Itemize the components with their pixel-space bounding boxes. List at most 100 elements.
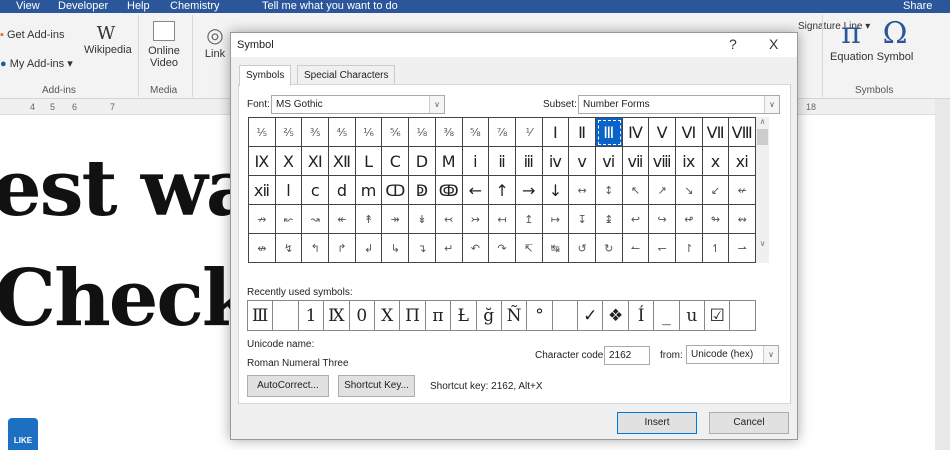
symbol-cell[interactable]: ↼ <box>622 234 650 263</box>
symbol-cell[interactable]: ⅲ <box>515 147 543 176</box>
symbol-cell[interactable]: ↓ <box>542 176 570 205</box>
symbol-cell[interactable]: → <box>515 176 543 205</box>
symbol-cell[interactable]: Ⅵ <box>676 118 703 147</box>
symbol-cell[interactable]: ⅾ <box>329 176 356 205</box>
share-button[interactable]: Share <box>903 0 932 12</box>
symbol-cell[interactable]: ⅖ <box>275 118 303 147</box>
symbol-cell[interactable]: ↑ <box>489 176 516 205</box>
recent-symbol-cell[interactable]: π <box>425 301 452 331</box>
symbol-cell[interactable]: ↠ <box>382 205 410 234</box>
recent-symbol-cell[interactable]: ğ <box>476 301 502 331</box>
insert-button[interactable]: Insert <box>617 412 697 434</box>
help-button[interactable]: ? <box>729 36 737 52</box>
recent-symbol-cell[interactable]: 1 <box>298 301 325 331</box>
symbol-cell[interactable]: ⅗ <box>302 118 330 147</box>
symbol-button[interactable]: Ω Symbol <box>874 17 916 64</box>
symbol-cell[interactable]: ↭ <box>729 205 757 234</box>
symbol-cell[interactable]: ↿ <box>702 234 730 263</box>
symbol-cell[interactable]: Ⅳ <box>622 118 650 147</box>
symbol-cell[interactable]: ↪ <box>649 205 676 234</box>
vertical-scrollbar[interactable] <box>935 99 950 450</box>
recent-symbol-cell[interactable]: u <box>679 301 706 331</box>
recent-symbol-cell[interactable]: ☑ <box>705 301 731 331</box>
symbol-cell[interactable]: Ⅾ <box>409 147 436 176</box>
symbol-cell[interactable]: ↟ <box>355 205 383 234</box>
symbol-cell[interactable]: ↷ <box>489 234 516 263</box>
symbol-cell[interactable]: ↁ <box>409 176 436 205</box>
symbol-cell[interactable]: Ⅽ <box>382 147 410 176</box>
menu-developer[interactable]: Developer <box>58 0 108 12</box>
symbol-cell[interactable]: ↜ <box>275 205 303 234</box>
symbol-cell[interactable]: ↛ <box>249 205 276 234</box>
close-button[interactable]: X <box>769 36 778 52</box>
symbol-cell[interactable]: Ⅱ <box>569 118 596 147</box>
subset-select[interactable]: Number Forms ∨ <box>578 95 780 114</box>
recent-symbol-cell[interactable]: ✓ <box>578 301 604 331</box>
symbol-cell[interactable]: ⅱ <box>489 147 516 176</box>
symbol-cell[interactable]: ↤ <box>489 205 516 234</box>
recent-symbol-cell[interactable]: Ⅲ <box>248 301 274 331</box>
symbol-cell[interactable]: ↝ <box>302 205 330 234</box>
symbol-cell[interactable]: ⅕ <box>249 118 276 147</box>
symbol-cell[interactable]: ⅹ <box>702 147 730 176</box>
recent-symbol-cell[interactable]: ° <box>527 301 553 331</box>
menu-help[interactable]: Help <box>127 0 150 12</box>
symbol-cell[interactable]: Ⅲ <box>595 118 623 147</box>
symbol-cell[interactable]: ⅚ <box>382 118 410 147</box>
symbol-cell[interactable]: ↰ <box>302 234 330 263</box>
recent-symbol-cell[interactable]: ❖ <box>603 301 629 331</box>
recent-symbol-cell[interactable]: Ⅸ <box>324 301 350 331</box>
equation-button[interactable]: π Equation <box>830 17 873 64</box>
symbol-cell[interactable]: ↫ <box>676 205 703 234</box>
scroll-thumb[interactable] <box>757 129 768 145</box>
recent-symbol-cell[interactable] <box>273 301 299 331</box>
document-text-line2[interactable]: Check <box>0 253 256 344</box>
symbol-cell[interactable]: ↖ <box>622 176 650 205</box>
symbol-cell[interactable]: ↡ <box>409 205 436 234</box>
symbol-cell[interactable]: ↸ <box>515 234 543 263</box>
symbol-cell[interactable]: ⅝ <box>462 118 490 147</box>
link-button[interactable]: ◎ Link <box>200 23 230 60</box>
symbol-cell[interactable]: ⅺ <box>729 147 757 176</box>
symbol-cell[interactable]: ⅰ <box>462 147 490 176</box>
from-select[interactable]: Unicode (hex) ∨ <box>686 345 779 364</box>
symbol-cell[interactable]: ⅷ <box>649 147 676 176</box>
symbol-cell[interactable]: ⅜ <box>435 118 463 147</box>
symbol-cell[interactable]: ↽ <box>649 234 676 263</box>
symbol-cell[interactable]: ↀ <box>382 176 410 205</box>
symbol-cell[interactable]: ↘ <box>676 176 703 205</box>
symbol-cell[interactable]: Ⅰ <box>542 118 570 147</box>
symbol-cell[interactable]: ↩ <box>622 205 650 234</box>
recent-symbol-cell[interactable] <box>552 301 579 331</box>
symbol-cell[interactable]: ↻ <box>595 234 623 263</box>
symbol-cell[interactable]: Ⅸ <box>249 147 276 176</box>
symbol-cell[interactable]: ⅟ <box>515 118 543 147</box>
symbol-cell[interactable]: ↴ <box>409 234 436 263</box>
symbol-cell[interactable]: Ⅺ <box>302 147 330 176</box>
symbol-cell[interactable]: ← <box>462 176 490 205</box>
tell-me-search[interactable]: Tell me what you want to do <box>262 0 398 12</box>
symbol-cell[interactable]: ↮ <box>249 234 276 263</box>
shortcut-key-button[interactable]: Shortcut Key... <box>338 375 415 397</box>
recent-symbols[interactable]: Ⅲ 1 Ⅸ 0 X Ππ Ƚğ Ñ ° ✓ ❖ Í _ u ☑ <box>247 300 756 331</box>
get-addins-button[interactable]: ▪ Get Add-ins <box>0 29 64 41</box>
recent-symbol-cell[interactable]: Ñ <box>501 301 528 331</box>
recent-symbol-cell[interactable]: _ <box>654 301 680 331</box>
symbol-cell[interactable]: ⅻ <box>249 176 276 205</box>
recent-symbol-cell[interactable]: Π <box>400 301 426 331</box>
symbol-cell[interactable]: ↺ <box>569 234 596 263</box>
symbol-cell[interactable]: ↗ <box>649 176 676 205</box>
recent-symbol-cell[interactable]: Í <box>628 301 655 331</box>
recent-symbol-cell[interactable]: Ƚ <box>451 301 477 331</box>
symbol-cell[interactable]: ⅛ <box>409 118 436 147</box>
symbol-cell[interactable]: ↯ <box>275 234 303 263</box>
symbol-cell[interactable]: Ⅻ <box>329 147 356 176</box>
symbol-cell[interactable]: ↦ <box>542 205 570 234</box>
symbol-cell[interactable]: ↢ <box>435 205 463 234</box>
recent-symbol-cell[interactable]: X <box>374 301 401 331</box>
tab-symbols[interactable]: Symbols <box>239 65 292 86</box>
online-video-button[interactable]: Online Video <box>144 21 184 69</box>
symbol-cell[interactable]: ⅸ <box>676 147 703 176</box>
symbol-cell[interactable]: ⅶ <box>622 147 650 176</box>
symbol-cell[interactable]: ↂ <box>435 176 463 205</box>
